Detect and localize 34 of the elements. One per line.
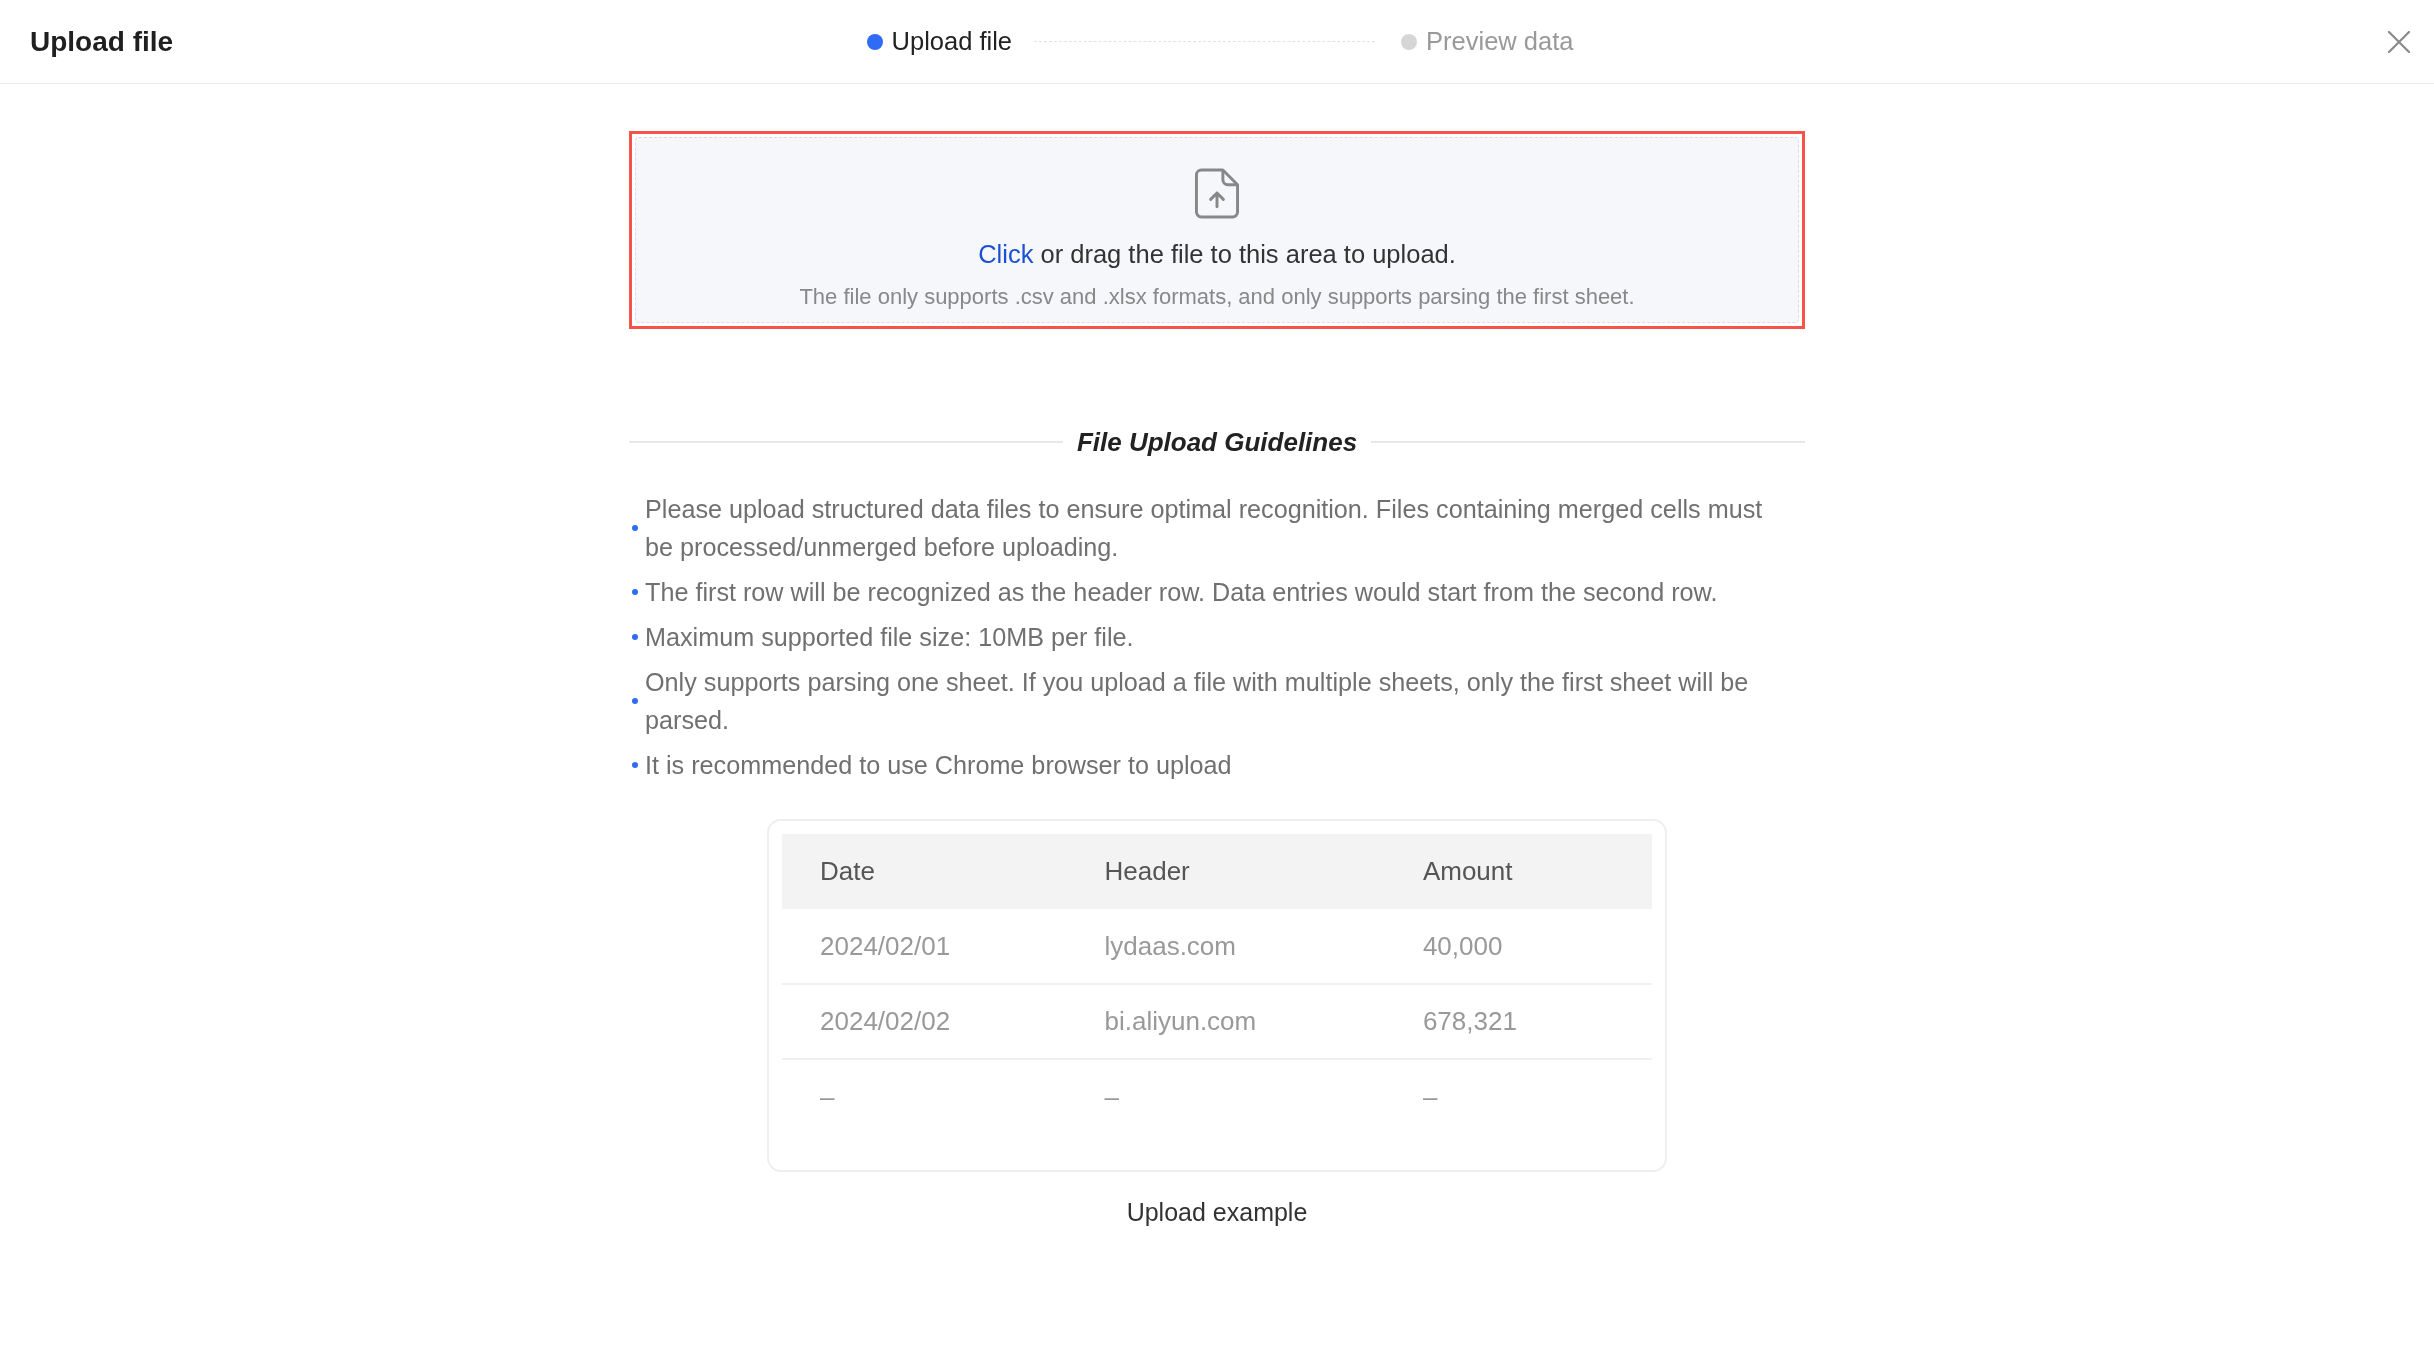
bullet-icon xyxy=(632,589,638,595)
table-cell: 2024/02/02 xyxy=(782,984,1067,1059)
table-cell: lydaas.com xyxy=(1066,909,1385,984)
guideline-text: Only supports parsing one sheet. If you upload a file with multiple sheets, only the first sheet will be parsed. xyxy=(645,667,1750,736)
step-label: Upload file xyxy=(891,26,1013,58)
table-cell: 40,000 xyxy=(1384,909,1652,984)
close-icon xyxy=(2388,30,2410,53)
upload-dropzone[interactable]: Click or drag the file to this area to upload. The file only supports .csv and .xlsx formats, and only supports parsing the first sheet. xyxy=(635,137,1799,323)
table-cell: – xyxy=(782,1059,1067,1134)
table-cell: bi.aliyun.com xyxy=(1066,984,1385,1059)
table-header-cell: Amount xyxy=(1384,834,1652,909)
table-cell: – xyxy=(1066,1059,1385,1134)
bullet-icon xyxy=(632,525,638,531)
guideline-text: It is recommended to use Chrome browser to upload xyxy=(645,750,1232,781)
guideline-text: Please upload structured data files to ensure optimal recognition. Files containing merged cells must be processed/unmerged before uploading. xyxy=(645,494,1764,563)
guidelines-title: File Upload Guidelines xyxy=(1076,426,1358,459)
upload-instruction: Click or drag the file to this area to upload. xyxy=(977,239,1457,270)
step-label: Preview data xyxy=(1426,26,1574,58)
table-header-cell: Header xyxy=(1066,834,1385,909)
file-upload-icon xyxy=(1194,167,1240,219)
dialog-title: Upload file xyxy=(30,24,174,59)
guideline-text: Maximum supported file size: 10MB per file. xyxy=(645,622,1134,653)
guideline-text: The first row will be recognized as the header row. Data entries would start from the second row. xyxy=(645,577,1718,608)
bullet-icon xyxy=(632,634,638,640)
table-cell: 678,321 xyxy=(1384,984,1652,1059)
click-link[interactable]: Click xyxy=(978,240,1034,268)
upload-hint: The file only supports .csv and .xlsx formats, and only supports parsing the first sheet. xyxy=(798,283,1636,311)
close-button[interactable] xyxy=(2388,30,2410,53)
bullet-icon xyxy=(632,762,638,768)
table-cell: – xyxy=(1384,1059,1652,1134)
table-cell: 2024/02/01 xyxy=(782,909,1067,984)
example-caption: Upload example xyxy=(1125,1197,1309,1228)
bullet-icon xyxy=(632,698,638,704)
table-header-cell: Date xyxy=(782,834,1067,909)
